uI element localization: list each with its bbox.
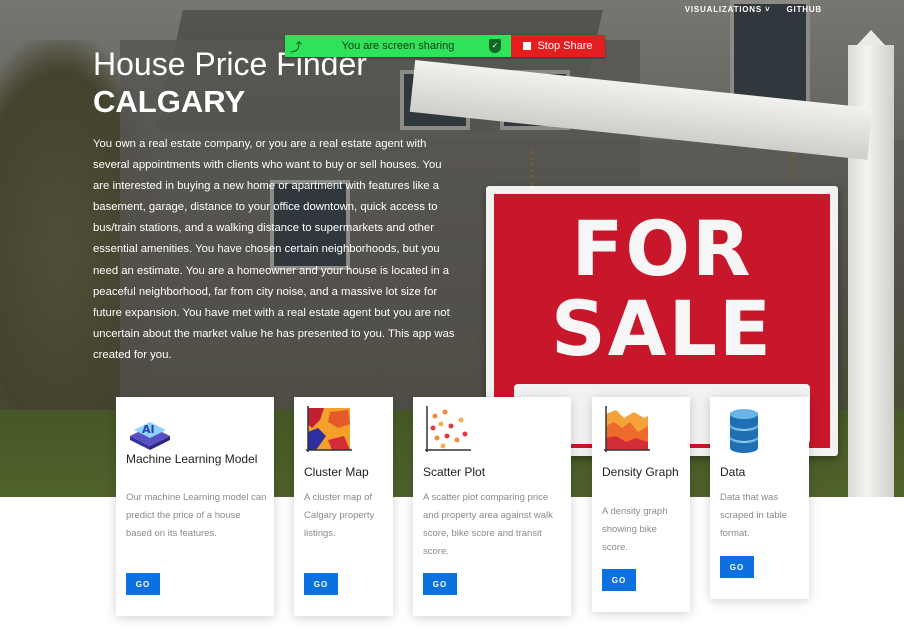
sign-text-for: FOR <box>571 204 753 293</box>
go-button[interactable]: GO <box>423 573 457 595</box>
screen-share-status: ⤴ You are screen sharing ✓ <box>285 35 511 57</box>
card-description: Our machine Learning model can predict t… <box>126 492 267 539</box>
sign-chain <box>790 154 796 190</box>
intro-paragraph: You own a real estate company, or you ar… <box>93 138 455 361</box>
shield-check-icon: ✓ <box>489 39 501 53</box>
database-icon <box>729 409 759 453</box>
card-data: Data Data that was scraped in table form… <box>710 397 809 599</box>
card-description: Data that was scraped in table format. <box>720 492 788 539</box>
card-description: A cluster map of Calgary property listin… <box>304 492 375 539</box>
nav-visualizations[interactable]: VISUALIZATIONS ˅ <box>685 5 771 14</box>
share-arrow-icon: ⤴ <box>290 40 303 54</box>
card-title: Scatter Plot <box>423 465 486 479</box>
screen-share-bar: ⤴ You are screen sharing ✓ Stop Share <box>285 35 605 57</box>
stop-share-button[interactable]: Stop Share <box>511 35 605 57</box>
cluster-map-icon <box>306 406 352 452</box>
svg-text:AI: AI <box>142 423 155 436</box>
stop-share-label: Stop Share <box>537 40 593 52</box>
card-title: Machine Learning Model <box>126 452 258 466</box>
stop-icon <box>523 42 532 50</box>
card-title: Density Graph <box>602 465 679 479</box>
top-nav: VISUALIZATIONS ˅ GITHUB <box>685 5 822 14</box>
sign-text-sale: SALE <box>551 284 773 373</box>
card-description: A scatter plot comparing price and prope… <box>423 492 553 557</box>
card-machine-learning: AI Machine Learning Model Our machine Le… <box>116 397 274 616</box>
go-button[interactable]: GO <box>720 556 754 578</box>
card-title: Data <box>720 465 746 479</box>
card-density-graph: Density Graph A density graph showing bi… <box>592 397 690 612</box>
scatter-plot-icon <box>425 406 471 452</box>
page-subtitle-city: CALGARY <box>93 84 246 119</box>
ai-chip-icon: AI <box>130 422 170 450</box>
go-button[interactable]: GO <box>126 573 160 595</box>
sign-chain <box>530 150 536 186</box>
screen-share-message: You are screen sharing <box>341 40 455 52</box>
card-cluster-map: Cluster Map A cluster map of Calgary pro… <box>294 397 393 616</box>
card-title: Cluster Map <box>304 465 369 479</box>
card-scatter-plot: Scatter Plot A scatter plot comparing pr… <box>413 397 571 616</box>
nav-github[interactable]: GITHUB <box>787 5 822 14</box>
go-button[interactable]: GO <box>304 573 338 595</box>
card-description: A density graph showing bike score. <box>602 506 668 553</box>
density-graph-icon <box>604 406 650 452</box>
go-button[interactable]: GO <box>602 569 636 591</box>
